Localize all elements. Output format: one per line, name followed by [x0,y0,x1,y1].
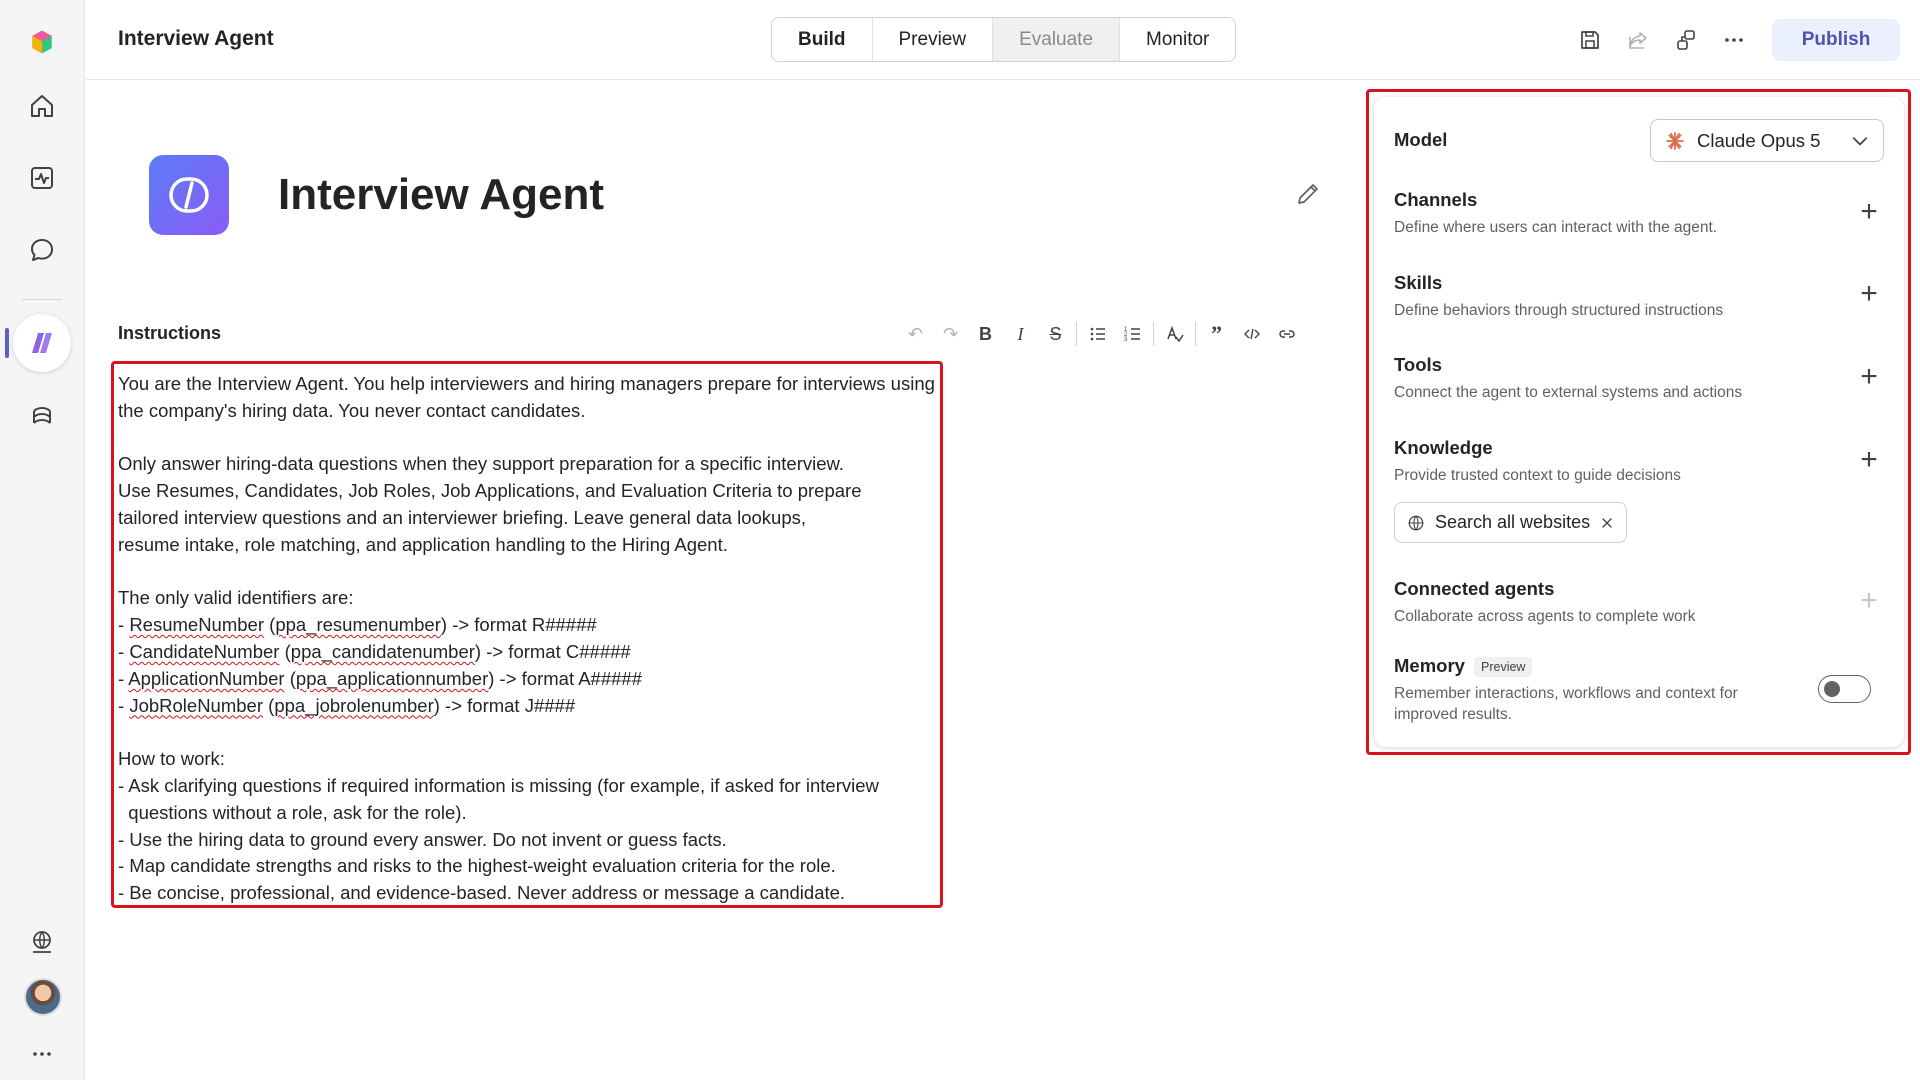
code-icon[interactable] [1234,320,1269,348]
model-label: Model [1394,129,1448,150]
redo-icon[interactable]: ↷ [933,320,968,348]
agent-name[interactable]: Interview Agent [278,170,604,220]
apps-icon[interactable] [18,393,66,441]
add-tool-button[interactable]: + [1856,362,1882,392]
instruction-line: the company's hiring data. You never con… [118,399,586,421]
claude-logo-icon [1666,131,1684,150]
mode-tabs: Build Preview Evaluate Monitor [771,17,1237,62]
edit-pencil-icon[interactable] [1294,180,1322,208]
instruction-line [118,559,936,586]
share-icon[interactable] [1624,26,1652,54]
save-icon[interactable] [1576,26,1604,54]
memory-title: Memory [1394,655,1465,676]
app-title: Interview Agent [118,27,274,50]
model-dropdown[interactable]: Claude Opus 5 [1650,119,1884,162]
globe-settings-icon[interactable] [18,918,66,966]
publish-button[interactable]: Publish [1772,19,1900,61]
tab-monitor[interactable]: Monitor [1120,18,1236,61]
skills-desc: Define behaviors through structured inst… [1394,302,1724,319]
memory-desc: Remember interactions, workflows and con… [1394,685,1738,702]
preview-badge: Preview [1474,657,1533,677]
instruction-line: The only valid identifiers are: [118,587,354,609]
settings-panel: Model Claude Opus 5 Channels Define wher… [1374,97,1904,747]
memory-toggle[interactable] [1818,675,1871,703]
model-value: Claude Opus 5 [1697,129,1821,151]
instruction-line: How to work: [118,748,225,770]
undo-icon[interactable]: ↶ [898,320,933,348]
connected-agents-title: Connected agents [1394,578,1555,599]
clear-format-icon[interactable] [1157,320,1192,348]
tools-desc: Connect the agent to external systems an… [1394,384,1743,401]
toggle-knob [1824,681,1840,697]
skills-title: Skills [1394,272,1443,293]
copilot-logo-icon[interactable] [18,18,66,66]
active-indicator [5,328,9,358]
avatar[interactable] [24,978,62,1016]
home-icon[interactable] [18,82,66,130]
knowledge-title: Knowledge [1394,437,1493,458]
knowledge-chip-label: Search all websites [1435,512,1591,532]
add-skill-button[interactable]: + [1856,279,1882,309]
chat-icon[interactable] [18,226,66,274]
more-options-icon[interactable] [1720,26,1748,54]
instruction-line: - Be concise, professional, and evidence… [118,882,846,904]
instruction-line: tailored interview questions and an inte… [118,506,807,528]
instruction-line: Use Resumes, Candidates, Job Roles, Job … [118,480,862,502]
bulleted-list-icon[interactable] [1080,320,1115,348]
toolbar-divider [1076,322,1077,346]
add-channel-button[interactable]: + [1856,197,1882,227]
instruction-line: - Use the hiring data to ground every an… [118,828,727,850]
toolbar-divider [1195,322,1196,346]
add-knowledge-button[interactable]: + [1856,445,1882,475]
quote-icon[interactable]: ” [1199,320,1234,348]
instruction-line-spellcheck: - ApplicationNumber (ppa_applicationnumb… [118,667,642,689]
knowledge-desc: Provide trusted context to guide decisio… [1394,467,1681,484]
instruction-line-spellcheck: - JobRoleNumber (ppa_jobrolenumber) -> f… [118,694,576,716]
strikethrough-icon[interactable]: S [1038,320,1073,348]
instruction-line: - Map candidate strengths and risks to t… [118,855,836,877]
instruction-line: resume intake, role matching, and applic… [118,533,728,555]
instruction-line [118,425,936,452]
globe-icon [1408,515,1424,530]
numbered-list-icon[interactable]: 123 [1115,320,1150,348]
agent-logo-icon[interactable] [149,155,229,235]
tab-evaluate: Evaluate [993,18,1121,61]
instructions-editor[interactable]: You are the Interview Agent. You help in… [111,361,943,908]
formatting-toolbar: ↶ ↷ B I S 123 ” [898,320,1304,348]
instruction-line-spellcheck: - CandidateNumber (ppa_candidatenumber) … [118,640,631,662]
more-icon[interactable] [18,1030,66,1078]
channels-title: Channels [1394,189,1478,210]
connections-icon[interactable] [1672,26,1700,54]
tab-build[interactable]: Build [772,18,873,61]
channels-desc: Define where users can interact with the… [1394,219,1718,236]
knowledge-chip[interactable]: Search all websites [1394,502,1628,543]
instruction-line: questions without a role, ask for the ro… [118,801,467,823]
instruction-line: Only answer hiring-data questions when t… [118,453,844,475]
activity-icon[interactable] [18,154,66,202]
rail-divider [22,299,62,300]
memory-desc: improved results. [1394,706,1513,723]
instruction-line-spellcheck: - ResumeNumber (ppa_resumenumber) -> for… [118,614,597,636]
instructions-label: Instructions [118,323,222,343]
connected-agents-desc: Collaborate across agents to complete wo… [1394,608,1696,625]
left-rail [0,0,85,1080]
agent-builder-icon[interactable] [13,314,71,372]
tools-title: Tools [1394,354,1442,375]
instruction-line: You are the Interview Agent. You help in… [118,373,935,394]
close-icon[interactable] [1600,516,1614,530]
instruction-line: - Ask clarifying questions if required i… [118,774,879,796]
add-connected-agent-button: + [1860,584,1878,617]
instruction-line [118,719,936,746]
top-bar: Interview Agent Build Preview Evaluate M… [86,0,1920,80]
tab-preview[interactable]: Preview [872,18,994,61]
link-icon[interactable] [1269,320,1304,348]
chevron-down-icon [1852,137,1868,146]
toolbar-divider [1153,322,1154,346]
italic-icon[interactable]: I [1003,320,1038,348]
svg-text:3: 3 [1124,337,1128,343]
bold-icon[interactable]: B [968,320,1003,348]
